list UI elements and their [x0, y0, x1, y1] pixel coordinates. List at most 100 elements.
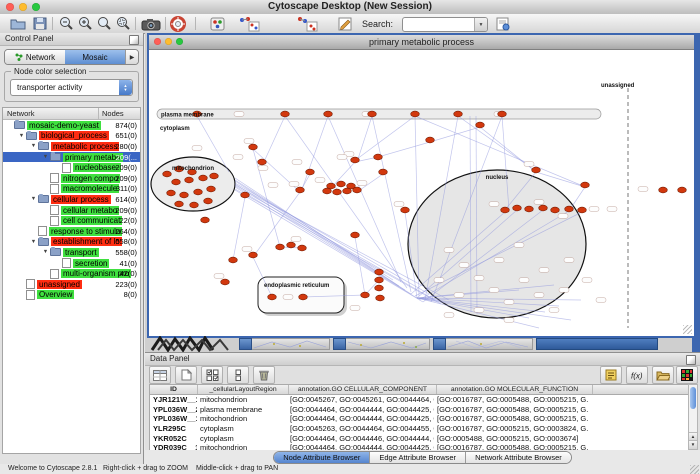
col-go-molecular-function[interactable]: annotation.GO MOLECULAR_FUNCTION [437, 385, 593, 394]
network-zoom-button[interactable] [176, 38, 183, 45]
snapshot-camera-icon[interactable] [139, 15, 163, 32]
tab-network-attribute-browser[interactable]: Network Attribute Browser [466, 452, 571, 463]
zoom-out-icon[interactable] [56, 15, 75, 32]
graph-node[interactable] [241, 192, 250, 198]
expand-triangle-icon[interactable]: ▼ [29, 196, 38, 202]
graph-node[interactable] [368, 111, 377, 117]
graph-node[interactable] [498, 111, 507, 117]
attribute-list-icon[interactable] [600, 366, 622, 384]
save-session-icon[interactable] [30, 15, 49, 32]
graph-node[interactable] [375, 285, 384, 291]
graph-node[interactable] [201, 217, 210, 223]
window-resize-grip[interactable] [690, 465, 699, 474]
float-panel-icon[interactable] [129, 35, 139, 45]
graph-node[interactable] [353, 187, 362, 193]
tree-row[interactable]: ▼cellular process614(0) [3, 194, 140, 205]
tree-row[interactable]: ▼primary metabo209(... [3, 152, 140, 163]
unselect-attributes-icon[interactable] [227, 366, 249, 384]
plasma-membrane-region[interactable] [157, 109, 601, 119]
layout-icon-1[interactable] [236, 15, 262, 32]
graph-node[interactable] [306, 169, 315, 175]
network-window-titlebar[interactable]: primary metabolic process [149, 35, 694, 50]
graph-node[interactable] [185, 177, 194, 183]
minimized-window-thumbnail[interactable] [150, 336, 238, 352]
scrollbar-thumb[interactable] [690, 387, 696, 409]
graph-node[interactable] [229, 257, 238, 263]
graph-node[interactable] [351, 157, 360, 163]
graph-node[interactable] [551, 207, 560, 213]
function-builder-icon[interactable]: f(x) [626, 366, 648, 384]
graph-node[interactable] [374, 154, 383, 160]
network-canvas[interactable]: plasma membrane cytoplasm mitochondrion … [149, 50, 694, 336]
graph-node[interactable] [525, 206, 534, 212]
col-go-cellular-component[interactable]: annotation.GO CELLULAR_COMPONENT [289, 385, 437, 394]
graph-node[interactable] [375, 277, 384, 283]
expand-triangle-icon[interactable]: ▼ [29, 239, 38, 245]
graph-node[interactable] [221, 279, 230, 285]
zoom-in-icon[interactable] [75, 15, 94, 32]
graph-node[interactable] [565, 206, 574, 212]
table-scrollbar[interactable]: ▲ ▼ [688, 384, 698, 450]
minimized-window-1[interactable] [239, 338, 330, 350]
minimize-window-button[interactable] [19, 3, 27, 11]
tab-mosaic[interactable]: Mosaic [65, 50, 125, 64]
graph-node[interactable] [426, 137, 435, 143]
select-all-attributes-icon[interactable] [201, 366, 223, 384]
table-row[interactable]: YJR121W__1mitochondrion[GO:0045267, GO:0… [150, 395, 689, 405]
help-lifering-icon[interactable] [168, 15, 187, 32]
tree-row[interactable]: Overview8(0) [3, 290, 140, 301]
tab-node-attribute-browser[interactable]: Node Attribute Browser [274, 452, 370, 463]
graph-node[interactable] [207, 186, 216, 192]
search-dropdown-arrow[interactable]: ▼ [474, 18, 487, 31]
graph-node[interactable] [581, 182, 590, 188]
graph-node[interactable] [375, 269, 384, 275]
graph-node[interactable] [190, 202, 199, 208]
graph-node[interactable] [172, 179, 181, 185]
delete-attribute-trash-icon[interactable] [253, 366, 275, 384]
import-attributes-folder-icon[interactable] [652, 366, 674, 384]
close-window-button[interactable] [6, 3, 14, 11]
expand-triangle-icon[interactable]: ▼ [41, 249, 50, 255]
minimized-window-4-active[interactable] [536, 338, 658, 350]
tab-network[interactable]: Network [5, 50, 65, 64]
tab-edge-attribute-browser[interactable]: Edge Attribute Browser [370, 452, 466, 463]
tabs-overflow-button[interactable]: ▶ [125, 50, 138, 64]
tree-row[interactable]: ▼transport558(0) [3, 247, 140, 258]
graph-node[interactable] [454, 111, 463, 117]
graph-node[interactable] [180, 192, 189, 198]
graph-node[interactable] [539, 205, 548, 211]
graph-node[interactable] [659, 187, 668, 193]
network-minimize-button[interactable] [165, 38, 172, 45]
tree-row[interactable]: cellular metabo209(0) [3, 205, 140, 216]
annotation-icon[interactable] [336, 15, 355, 32]
tree-row[interactable]: unassigned223(0) [3, 279, 140, 290]
col-cellular-layout-region[interactable]: _cellularLayoutRegion [198, 385, 289, 394]
configure-search-icon[interactable] [494, 15, 513, 32]
float-data-panel-icon[interactable] [686, 355, 696, 365]
canvas-resize-grip[interactable] [683, 325, 692, 334]
graph-node[interactable] [298, 245, 307, 251]
tree-row[interactable]: ▼metabolic process280(0) [3, 141, 140, 152]
zoom-window-button[interactable] [32, 3, 40, 11]
graph-node[interactable] [513, 205, 522, 211]
scroll-down-arrow[interactable]: ▼ [689, 440, 697, 449]
expand-triangle-icon[interactable]: ▼ [41, 154, 50, 160]
search-input[interactable] [403, 18, 474, 31]
node-color-dropdown[interactable]: transporter activity ▲▼ [10, 79, 133, 96]
graph-node[interactable] [501, 207, 510, 213]
graph-node[interactable] [376, 295, 385, 301]
tree-row[interactable]: multi-organism pro42(0) [3, 268, 140, 279]
expand-triangle-icon[interactable]: ▼ [17, 133, 26, 139]
graph-node[interactable] [175, 201, 184, 207]
vizmapper-icon[interactable] [208, 15, 227, 32]
search-box[interactable]: ▼ [402, 17, 488, 32]
graph-node[interactable] [204, 198, 213, 204]
tree-row[interactable]: ▼establishment of lo558(0) [3, 237, 140, 248]
table-row[interactable]: YPL036W__2plasma membrane[GO:0044464, GO… [150, 405, 689, 415]
graph-node[interactable] [343, 188, 352, 194]
table-row[interactable]: YPL036W__1mitochondrion[GO:0044464, GO:0… [150, 414, 689, 424]
graph-node[interactable] [532, 167, 541, 173]
graph-node[interactable] [258, 159, 267, 165]
network-close-button[interactable] [154, 38, 161, 45]
graph-node[interactable] [249, 144, 258, 150]
